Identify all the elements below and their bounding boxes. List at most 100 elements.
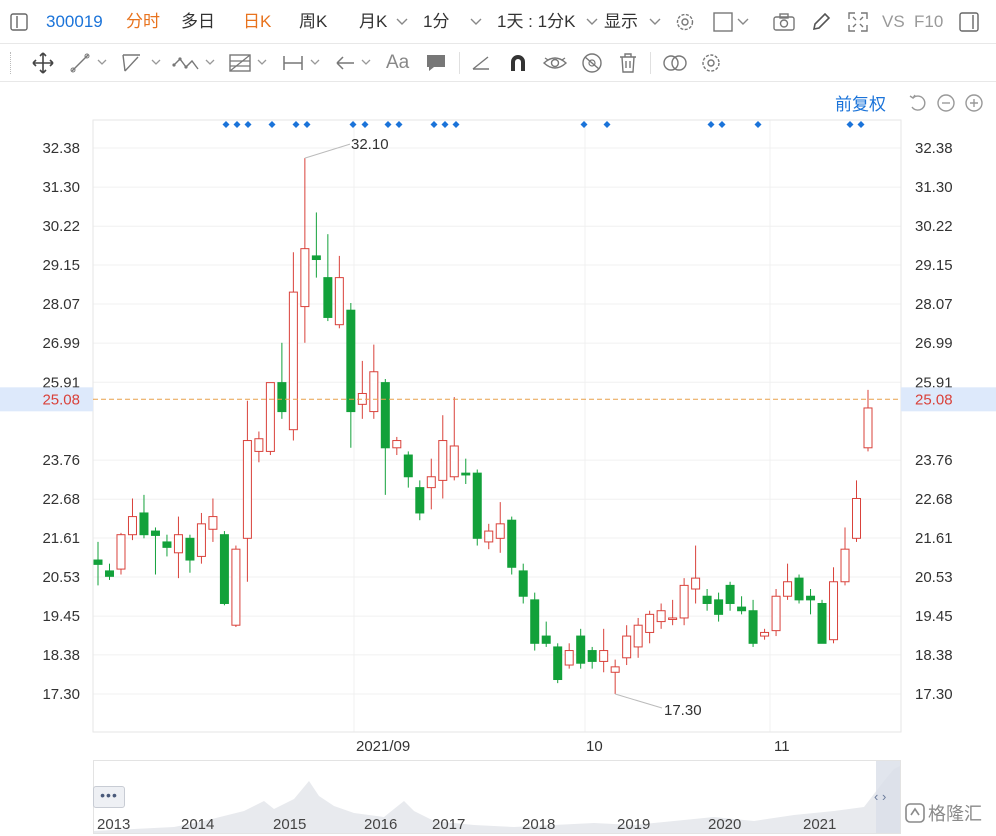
candle-body: [599, 650, 609, 662]
range-icon[interactable]: [281, 51, 323, 75]
event-marker[interactable]: [857, 121, 865, 128]
wave-icon[interactable]: [172, 51, 218, 75]
event-marker[interactable]: [846, 121, 854, 128]
event-marker[interactable]: [361, 121, 369, 128]
candle-body: [127, 516, 137, 536]
compare-icon[interactable]: [661, 51, 689, 75]
candle: [852, 480, 862, 542]
candle-body: [265, 382, 275, 452]
tab-fenshi[interactable]: 分时: [126, 10, 160, 34]
candle-body: [472, 472, 482, 539]
camera-icon[interactable]: [771, 10, 797, 34]
note-icon[interactable]: [424, 51, 448, 75]
kline-chart[interactable]: 32.3831.3030.2229.1528.0726.9925.9123.76…: [0, 82, 996, 762]
candle-body: [702, 595, 712, 604]
magnet-icon[interactable]: [506, 51, 530, 75]
candle: [403, 451, 413, 488]
hide-icon[interactable]: [579, 51, 605, 75]
event-marker[interactable]: [268, 121, 276, 128]
current-price-right: 25.08: [915, 391, 953, 408]
drag-handle[interactable]: [10, 52, 12, 74]
price-tick-left: 30.22: [42, 218, 80, 235]
price-tick-right: 18.38: [915, 647, 953, 664]
candle: [564, 643, 574, 669]
fib-icon[interactable]: [228, 51, 270, 75]
checkbox-icon[interactable]: [710, 10, 736, 34]
channel-icon[interactable]: [120, 51, 164, 75]
candle-body: [725, 584, 735, 604]
event-marker[interactable]: [707, 121, 715, 128]
move-icon[interactable]: [31, 51, 55, 75]
candle-body: [219, 534, 229, 604]
candle: [369, 344, 379, 419]
candle-body: [714, 599, 724, 615]
candle: [817, 599, 827, 644]
event-marker[interactable]: [441, 121, 449, 128]
candle-body: [541, 635, 551, 644]
tab-minute[interactable]: 1分: [423, 10, 449, 34]
stock-code[interactable]: 300019: [46, 10, 103, 34]
event-marker[interactable]: [349, 121, 357, 128]
eye-icon[interactable]: [542, 51, 568, 75]
candle: [150, 527, 160, 575]
candle-body: [507, 519, 517, 568]
event-marker[interactable]: [603, 121, 611, 128]
event-marker[interactable]: [222, 121, 230, 128]
tab-zhouk[interactable]: 周K: [299, 10, 327, 34]
candle: [173, 516, 183, 579]
candle-body: [794, 577, 804, 601]
event-marker[interactable]: [718, 121, 726, 128]
event-marker[interactable]: [292, 121, 300, 128]
pencil-icon[interactable]: [808, 10, 834, 34]
candle-body: [277, 382, 287, 413]
text-icon[interactable]: Aa: [386, 51, 409, 75]
candle-body: [415, 487, 425, 514]
line-icon[interactable]: [70, 51, 110, 75]
trash-icon[interactable]: [617, 51, 639, 75]
candle-body: [334, 277, 344, 326]
event-marker[interactable]: [580, 121, 588, 128]
tab-yuek[interactable]: 月K: [359, 10, 387, 34]
candle: [196, 512, 206, 564]
display-select[interactable]: 显示: [604, 10, 638, 34]
settings-icon[interactable]: [672, 10, 698, 34]
event-marker[interactable]: [754, 121, 762, 128]
event-marker[interactable]: [303, 121, 311, 128]
event-marker[interactable]: [430, 121, 438, 128]
more-button[interactable]: •••: [93, 786, 125, 808]
navigator-year: 2014: [181, 816, 215, 833]
sidebar-toggle-icon[interactable]: [956, 10, 982, 34]
candle: [438, 415, 448, 499]
tab-rik[interactable]: 日K: [243, 10, 271, 34]
candle: [806, 589, 816, 615]
event-marker[interactable]: [452, 121, 460, 128]
day-minute-select[interactable]: 1天 : 1分K: [497, 10, 575, 34]
event-marker[interactable]: [244, 121, 252, 128]
event-marker[interactable]: [395, 121, 403, 128]
candle-body: [104, 570, 114, 577]
vs-button[interactable]: VS: [882, 10, 905, 34]
chevron-down-icon[interactable]: [734, 10, 752, 34]
panel-toggle-icon[interactable]: [6, 10, 32, 34]
chevron-down-icon[interactable]: [466, 10, 486, 34]
f10-button[interactable]: F10: [914, 10, 943, 34]
candle: [633, 617, 643, 658]
event-marker[interactable]: [233, 121, 241, 128]
ruler-icon[interactable]: [470, 51, 494, 75]
candle: [576, 628, 586, 669]
price-tick-left: 23.76: [42, 452, 80, 469]
event-marker[interactable]: [384, 121, 392, 128]
candle: [300, 158, 310, 343]
candle: [541, 621, 551, 647]
arrow-icon[interactable]: [334, 51, 376, 75]
settings-icon[interactable]: [699, 51, 723, 75]
candle-body: [748, 610, 758, 644]
price-tick-right: 30.22: [915, 218, 953, 235]
fullscreen-icon[interactable]: [845, 10, 871, 34]
chevron-down-icon[interactable]: [582, 10, 602, 34]
chevron-down-icon[interactable]: [645, 10, 665, 34]
tab-duori[interactable]: 多日: [181, 10, 215, 34]
candle: [415, 480, 425, 521]
chevron-down-icon[interactable]: [392, 10, 412, 34]
navigator-arrows[interactable]: ‹ ›: [874, 789, 886, 804]
